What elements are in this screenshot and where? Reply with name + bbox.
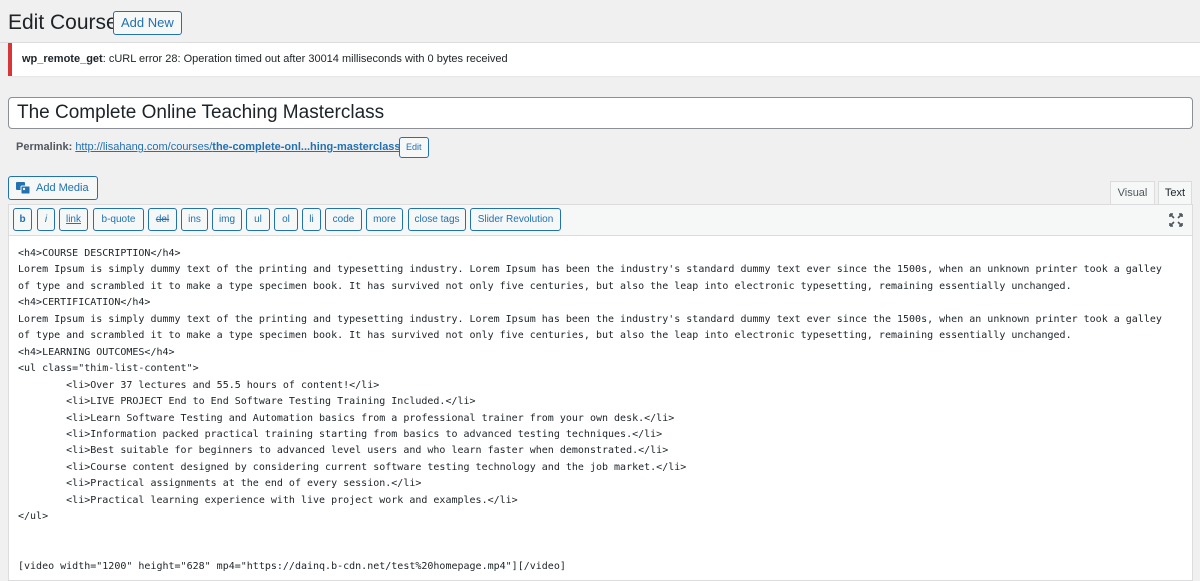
media-icon bbox=[16, 182, 31, 195]
tab-visual[interactable]: Visual bbox=[1110, 181, 1155, 205]
post-title-input[interactable]: The Complete Online Teaching Masterclass bbox=[8, 97, 1193, 129]
qt-ol-button[interactable]: ol bbox=[274, 208, 298, 231]
qt-more-button[interactable]: more bbox=[366, 208, 403, 231]
error-notice: wp_remote_get: cURL error 28: Operation … bbox=[8, 43, 1200, 76]
permalink: Permalink: http://lisahang.com/courses/t… bbox=[16, 139, 404, 155]
qt-ul-button[interactable]: ul bbox=[246, 208, 270, 231]
qt-slider-revolution-button[interactable]: Slider Revolution bbox=[470, 208, 561, 231]
permalink-label: Permalink: bbox=[16, 141, 73, 153]
add-media-label: Add Media bbox=[36, 182, 89, 194]
qt-code-button[interactable]: code bbox=[325, 208, 362, 231]
permalink-link[interactable]: http://lisahang.com/courses/the-complete… bbox=[75, 141, 403, 153]
qt-ins-button[interactable]: ins bbox=[181, 208, 208, 231]
qt-close-tags-button[interactable]: close tags bbox=[408, 208, 466, 231]
page-title: Edit Course bbox=[8, 11, 118, 34]
notice-code: wp_remote_get bbox=[22, 53, 103, 65]
content-text: <h4>COURSE DESCRIPTION</h4> Lorem Ipsum … bbox=[18, 248, 1162, 572]
fullscreen-icon[interactable] bbox=[1169, 213, 1183, 227]
permalink-edit-button[interactable]: Edit bbox=[399, 137, 429, 158]
notice-message: : cURL error 28: Operation timed out aft… bbox=[102, 53, 508, 65]
add-new-button[interactable]: Add New bbox=[113, 11, 182, 35]
qt-link-button[interactable]: link bbox=[59, 208, 88, 231]
qt-bquote-button[interactable]: b-quote bbox=[93, 208, 144, 231]
qt-bold-button[interactable]: b bbox=[13, 208, 32, 231]
permalink-url-base: http://lisahang.com/courses/ bbox=[75, 141, 213, 153]
add-media-button[interactable]: Add Media bbox=[8, 176, 98, 200]
qt-del-button[interactable]: del bbox=[148, 208, 177, 231]
permalink-url-slug: the-complete-onl...hing-masterclass/ bbox=[212, 141, 404, 153]
tab-text[interactable]: Text bbox=[1158, 181, 1192, 205]
qt-li-button[interactable]: li bbox=[302, 208, 321, 231]
content-textarea[interactable]: <h4>COURSE DESCRIPTION</h4> Lorem Ipsum … bbox=[8, 236, 1193, 581]
qt-italic-button[interactable]: i bbox=[37, 208, 55, 231]
qt-img-button[interactable]: img bbox=[212, 208, 242, 231]
